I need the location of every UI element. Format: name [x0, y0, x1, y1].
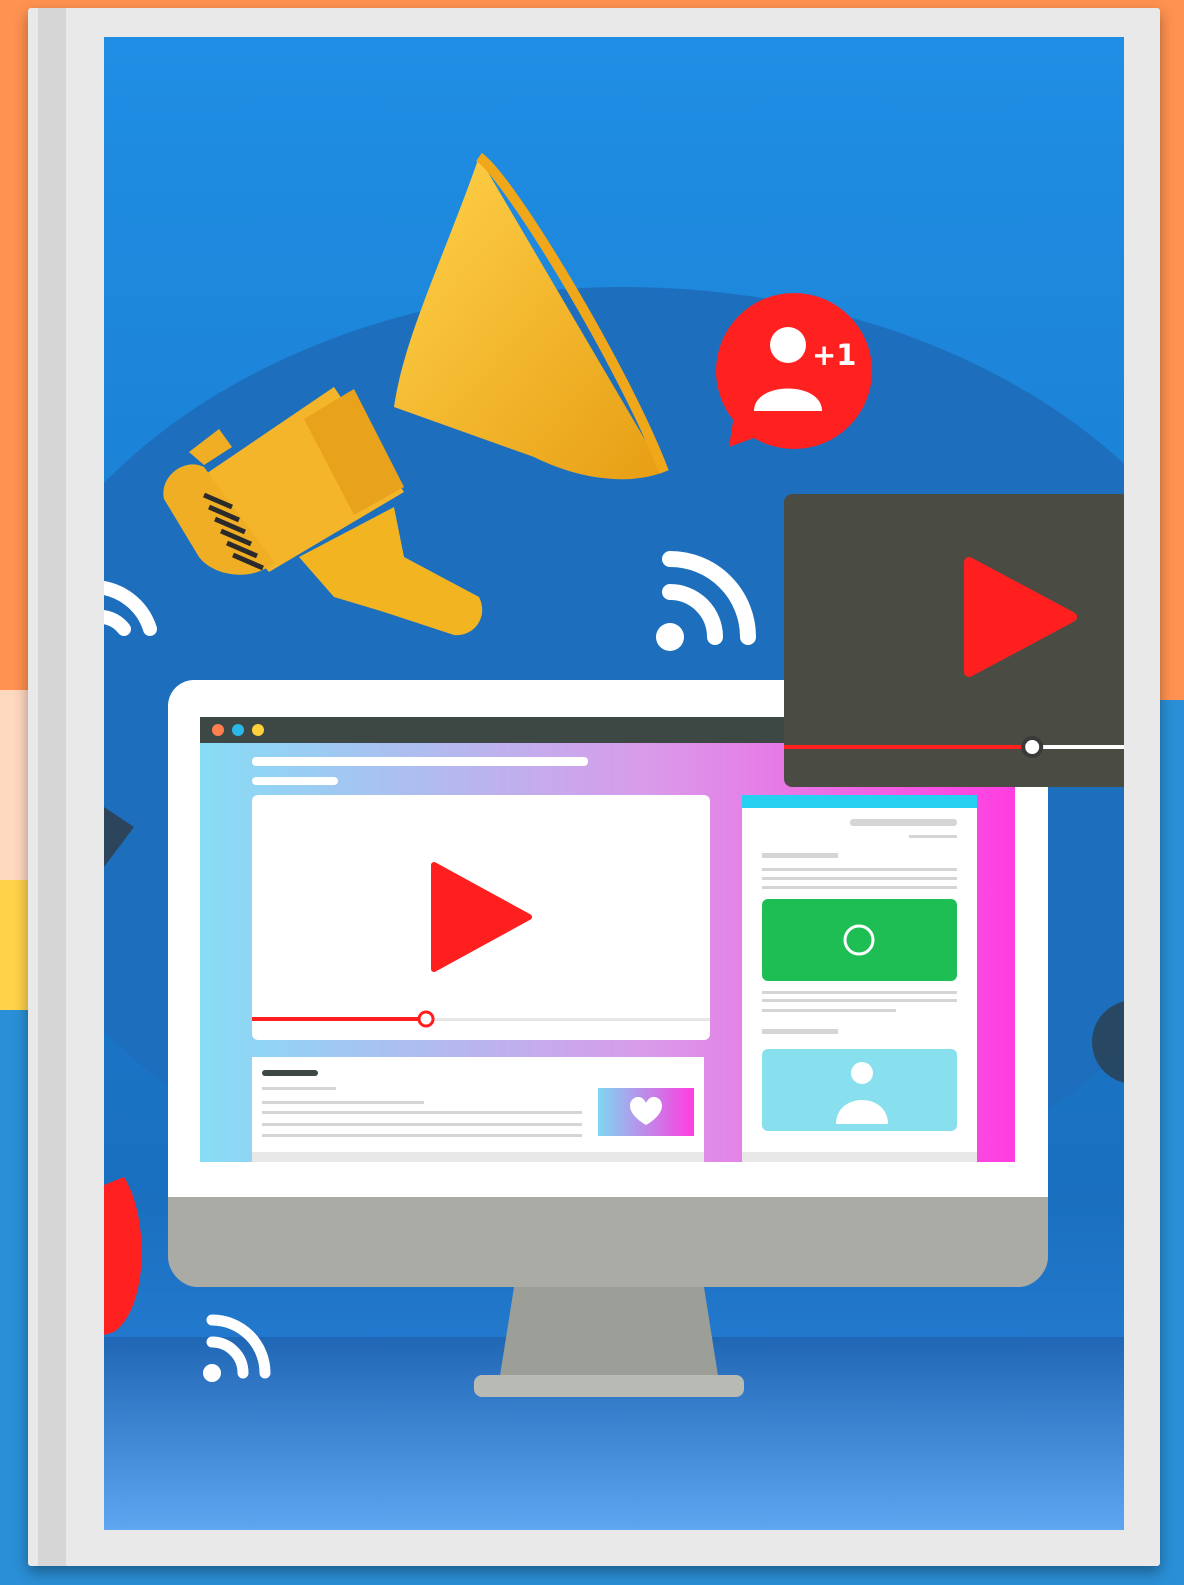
window-dot-red [212, 724, 224, 736]
main-video-panel [252, 795, 710, 1040]
sidebar-panel [742, 795, 977, 1162]
floating-video-progress [784, 745, 1033, 749]
window-dot-yellow [252, 724, 264, 736]
add-user-icon [770, 327, 806, 363]
partial-red-shape [104, 1177, 142, 1335]
green-button [762, 899, 957, 981]
window-dot-blue [232, 724, 244, 736]
book-spine [38, 8, 66, 1566]
main-video-progress [252, 1017, 427, 1021]
floating-video-scrubber [1021, 736, 1044, 758]
cover-illustration [104, 152, 1124, 1530]
badge-label: +1 [812, 338, 857, 372]
floating-video-player [784, 494, 1124, 787]
post-card [252, 1057, 704, 1162]
subtitle-line [252, 777, 338, 785]
title-line [252, 757, 588, 766]
main-video-scrubber [417, 1010, 435, 1028]
book-cover: +1 [104, 37, 1124, 1530]
